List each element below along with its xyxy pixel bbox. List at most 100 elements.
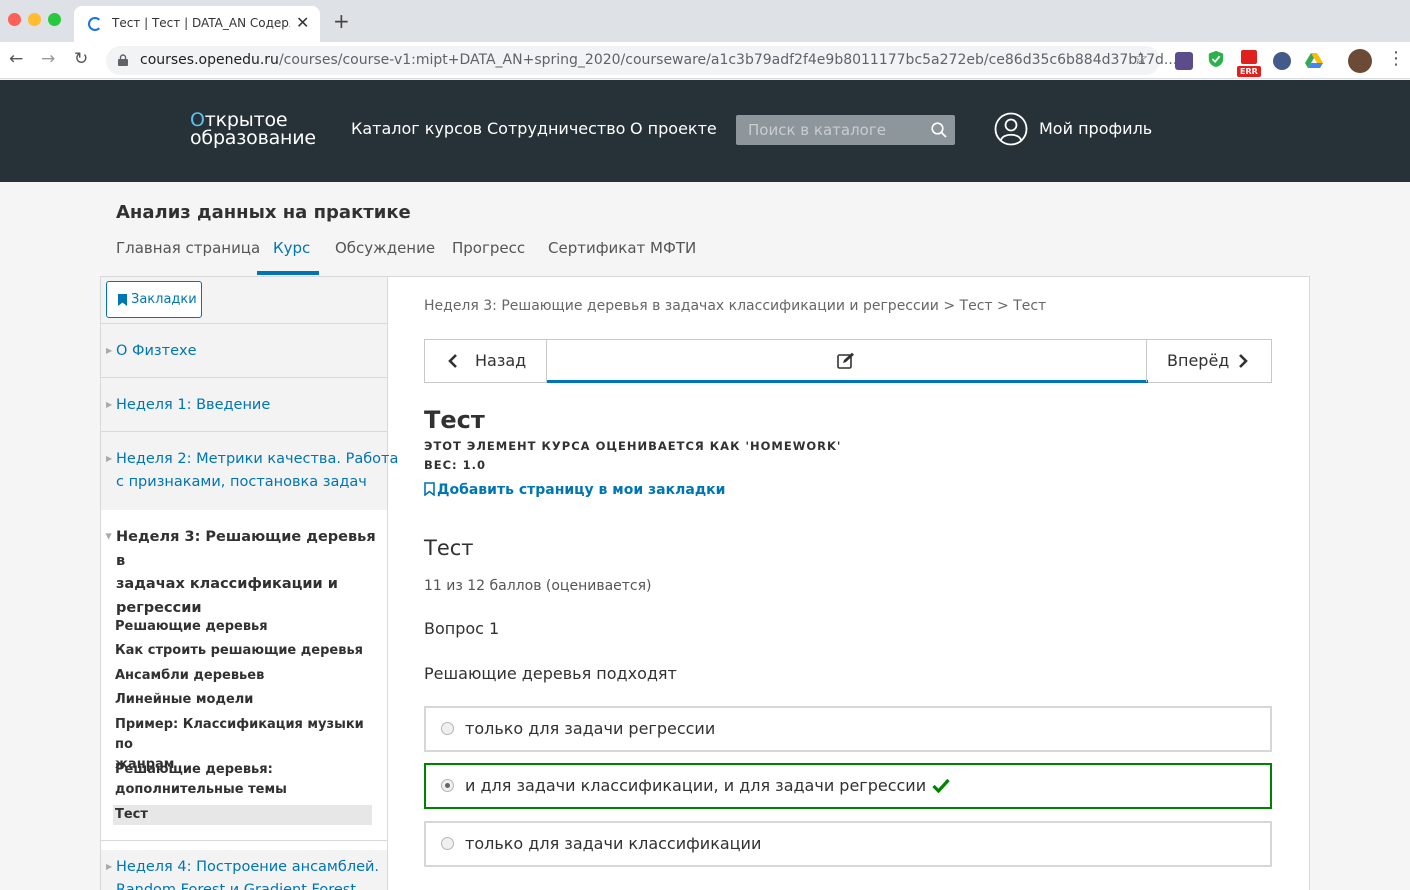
sidebar-item-week-3-line-2: задачах классификации и [116, 576, 338, 592]
subsection-tree-ensembles[interactable]: Ансамбли деревьев [115, 666, 375, 686]
error-badge: ERR [1237, 66, 1261, 77]
graded-as-label: Этот элемент курса оценивается как 'Home… [424, 439, 842, 453]
lock-icon [118, 54, 128, 66]
extension-icon[interactable] [1175, 52, 1193, 70]
tab-discussion[interactable]: Обсуждение [335, 239, 435, 257]
subsection-linear-models[interactable]: Линейные модели [115, 690, 375, 710]
back-button[interactable]: ← [9, 49, 23, 69]
tab-close-icon[interactable]: ✕ [296, 13, 309, 33]
forward-button[interactable]: → [41, 49, 55, 69]
chevron-right-icon [1239, 354, 1248, 368]
weight-label: Вес: 1.0 [424, 458, 487, 472]
search-placeholder: Поиск в каталоге [748, 121, 886, 139]
previous-button[interactable]: Назад [425, 340, 547, 382]
shield-extension-icon[interactable] [1207, 50, 1225, 68]
question-text: Решающие деревья подходят [424, 664, 677, 683]
breadcrumb[interactable]: Неделя 3: Решающие деревья в задачах кла… [424, 298, 1046, 314]
bookmarks-label: Закладки [131, 292, 197, 307]
divider [101, 431, 387, 432]
nav-partnership[interactable]: Сотрудничество [487, 119, 625, 138]
address-bar[interactable]: courses.openedu.ru/courses/course-v1:mip… [106, 46, 1177, 75]
reload-button[interactable]: ↻ [74, 49, 88, 69]
divider [101, 840, 387, 841]
close-window-button[interactable] [8, 13, 21, 26]
answer-option-label: только для задачи классификации [465, 834, 762, 853]
next-button[interactable]: Вперёд [1146, 340, 1271, 382]
tab-progress[interactable]: Прогресс [452, 239, 525, 257]
problem-title: Тест [424, 536, 474, 560]
add-bookmark-label: Добавить страницу в мои закладки [437, 482, 726, 498]
checkmark-icon [932, 778, 950, 793]
subsection-advanced-topics[interactable]: Решающие деревья: дополнительные темы [115, 760, 375, 800]
previous-label: Назад [475, 351, 527, 370]
bookmark-icon [118, 294, 127, 306]
radio-button[interactable] [441, 722, 454, 735]
browser-profile-avatar[interactable] [1348, 49, 1372, 73]
answer-option-label-wrap: и для задачи классификации, и для задачи… [465, 776, 950, 795]
answer-option-correct[interactable]: и для задачи классификации, и для задачи… [424, 763, 1272, 809]
site-logo[interactable]: Открытое образование [190, 111, 320, 149]
active-tab-indicator [257, 271, 319, 275]
course-title: Анализ данных на практике [116, 202, 411, 223]
tab-course[interactable]: Курс [273, 239, 310, 257]
sidebar-item-week-2-line-2: с признаками, постановка задач [116, 474, 367, 490]
sidebar-item-week-4-line-1: Неделя 4: Построение ансамблей. [116, 859, 380, 875]
chevron-down-icon: ▶ [104, 533, 114, 540]
extension-icon[interactable] [1241, 50, 1257, 64]
chevron-right-icon: ▶ [106, 454, 113, 463]
chevron-right-icon: ▶ [106, 346, 113, 355]
answer-option[interactable]: только для задачи классификации [424, 821, 1272, 867]
browser-tab-bar: Тест | Тест | DATA_AN Содержание ✕ + [0, 0, 1410, 42]
user-profile-icon[interactable] [994, 112, 1028, 146]
sidebar-item-about-phystech[interactable]: О Физтехе [116, 340, 197, 363]
url-host: courses.openedu.ru [140, 52, 279, 68]
sidebar-item-week-4[interactable]: Неделя 4: Построение ансамблей. Random F… [116, 856, 379, 890]
catalog-search-input[interactable]: Поиск в каталоге [736, 115, 955, 145]
url-path: /courses/course-v1:mipt+DATA_AN+spring_2… [278, 52, 1178, 68]
radio-button[interactable] [441, 837, 454, 850]
subsection-building-trees[interactable]: Как строить решающие деревья [115, 641, 375, 661]
maximize-window-button[interactable] [48, 13, 61, 26]
sidebar-item-week-3[interactable]: Неделя 3: Решающие деревья в задачах кла… [116, 526, 376, 620]
bookmarks-button[interactable]: Закладки [106, 281, 202, 318]
divider [101, 323, 387, 324]
add-bookmark-link[interactable]: Добавить страницу в мои закладки [424, 482, 725, 498]
answer-option-label: и для задачи классификации, и для задачи… [465, 776, 927, 795]
drive-icon[interactable] [1305, 52, 1323, 70]
browser-toolbar: ← → ↻ courses.openedu.ru/courses/course-… [0, 42, 1410, 79]
browser-menu-icon[interactable]: ⋮ [1387, 49, 1405, 69]
active-unit-indicator [547, 380, 1148, 383]
minimize-window-button[interactable] [28, 13, 41, 26]
url-text: courses.openedu.ru/courses/course-v1:mip… [140, 52, 1177, 68]
chevron-left-icon [448, 354, 457, 368]
subsection-music-classification-line-1: Пример: Классификация музыки по [115, 717, 364, 752]
profile-link[interactable]: Мой профиль [1039, 119, 1152, 138]
new-tab-button[interactable]: + [333, 10, 350, 32]
browser-tab[interactable]: Тест | Тест | DATA_AN Содержание ✕ [74, 6, 320, 42]
subsection-test[interactable]: Тест [113, 805, 372, 825]
answer-option[interactable]: только для задачи регрессии [424, 706, 1272, 752]
search-icon[interactable] [931, 122, 947, 138]
sidebar-item-week-4-line-2: Random Forest и Gradient Forest [116, 882, 357, 890]
chevron-right-icon: ▶ [106, 862, 113, 871]
bookmark-star-icon[interactable]: ☆ [1133, 49, 1148, 69]
extension-icon[interactable] [1273, 52, 1291, 70]
subsection-decision-trees[interactable]: Решающие деревья [115, 617, 375, 637]
radio-button-selected[interactable] [441, 779, 454, 792]
problem-score: 11 из 12 баллов (оценивается) [424, 578, 652, 594]
sidebar-item-week-2-line-1: Неделя 2: Метрики качества. Работа [116, 451, 399, 467]
unit-title: Тест [424, 406, 485, 434]
subsection-advanced-topics-line-2: дополнительные темы [115, 782, 287, 797]
tab-certificate[interactable]: Сертификат МФТИ [548, 239, 696, 257]
bookmark-outline-icon [424, 482, 435, 497]
sidebar-item-week-1[interactable]: Неделя 1: Введение [116, 394, 270, 417]
nav-about[interactable]: О проекте [630, 119, 717, 138]
sidebar-item-week-3-line-1: Неделя 3: Решающие деревья в [116, 529, 376, 569]
sidebar-item-week-2[interactable]: Неделя 2: Метрики качества. Работа с при… [116, 448, 398, 494]
chevron-right-icon: ▶ [106, 400, 113, 409]
logo-line-2: образование [190, 127, 316, 149]
tab-home[interactable]: Главная страница [116, 239, 260, 257]
edit-icon[interactable] [837, 352, 855, 369]
sequence-navigation: Назад Вперёд [424, 339, 1272, 383]
nav-catalog[interactable]: Каталог курсов [351, 119, 482, 138]
